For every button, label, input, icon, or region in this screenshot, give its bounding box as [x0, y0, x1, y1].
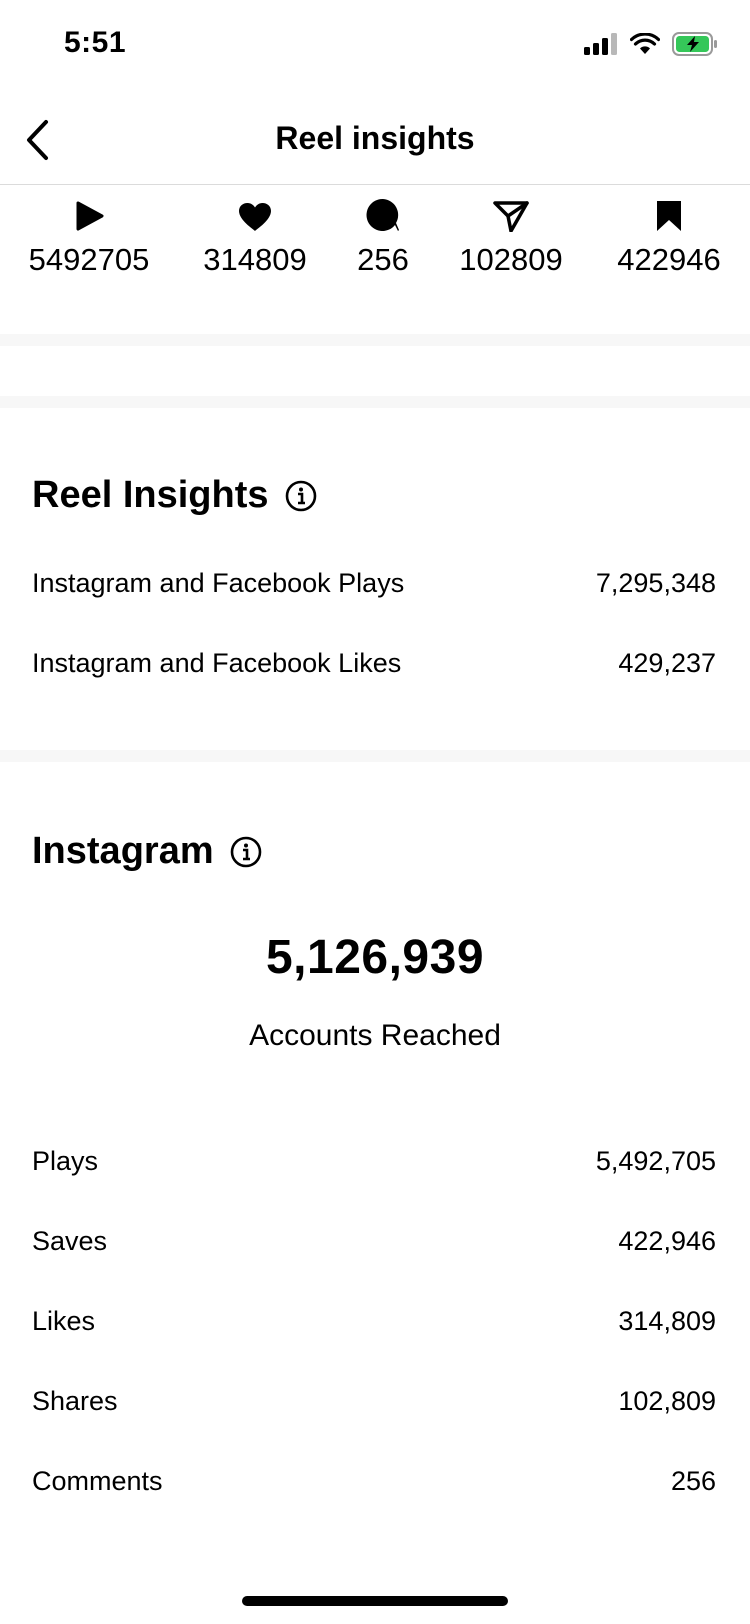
- page-title: Reel insights: [275, 120, 475, 156]
- signal-icon: [584, 33, 617, 55]
- status-icons: [584, 32, 718, 56]
- row-label: Shares: [32, 1386, 118, 1416]
- accounts-reached-label: Accounts Reached: [249, 1019, 501, 1052]
- send-icon: [493, 201, 529, 232]
- heart-icon: [239, 203, 271, 231]
- comment-icon: [366, 198, 399, 231]
- status-bar: 5:51: [0, 0, 750, 90]
- wifi-icon: [630, 33, 660, 54]
- row-value: 5,492,705: [595, 1146, 716, 1176]
- summary-stats: 5492705 314809 256 102809 422946: [0, 190, 750, 330]
- instagram-title: Instagram: [32, 830, 214, 872]
- row-label: Likes: [32, 1306, 96, 1336]
- info-icon[interactable]: [285, 480, 317, 512]
- row-label: Instagram and Facebook Plays: [32, 568, 405, 598]
- row-label: Instagram and Facebook Likes: [32, 648, 402, 678]
- status-time: 5:51: [64, 26, 127, 59]
- row-value: 422,946: [618, 1226, 716, 1256]
- instagram-section-title: Instagram: [32, 830, 262, 873]
- nav-header: Reel insights: [0, 96, 750, 185]
- instagram-row: Shares 102,809: [32, 1386, 716, 1417]
- reel-insights-title: Reel Insights: [32, 474, 269, 516]
- play-icon: [76, 201, 104, 231]
- reel-insights-row: Instagram and Facebook Plays 7,295,348: [32, 568, 716, 599]
- row-value: 102,809: [618, 1386, 716, 1416]
- stat-saves-value: 422946: [617, 242, 721, 277]
- info-icon[interactable]: [230, 836, 262, 868]
- section-divider: [0, 396, 750, 408]
- row-label: Saves: [32, 1226, 108, 1256]
- stat-shares: 102809: [431, 190, 591, 278]
- row-value: 314,809: [618, 1306, 716, 1336]
- stat-saves: 422946: [589, 190, 749, 278]
- instagram-row: Likes 314,809: [32, 1306, 716, 1337]
- stat-plays-value: 5492705: [28, 242, 150, 277]
- reel-insights-section-title: Reel Insights: [32, 474, 317, 517]
- section-divider: [0, 750, 750, 762]
- row-value: 256: [670, 1466, 716, 1496]
- stat-shares-value: 102809: [459, 242, 563, 277]
- row-label: Comments: [32, 1466, 163, 1496]
- row-value: 7,295,348: [595, 568, 716, 598]
- accounts-reached-value: 5,126,939: [265, 931, 485, 984]
- stat-plays: 5492705: [9, 190, 169, 278]
- row-value: 429,237: [618, 648, 716, 678]
- home-indicator[interactable]: [242, 1596, 508, 1606]
- instagram-row: Saves 422,946: [32, 1226, 716, 1257]
- section-divider: [0, 334, 750, 346]
- instagram-row: Comments 256: [32, 1466, 716, 1497]
- instagram-row: Plays 5,492,705: [32, 1146, 716, 1177]
- row-label: Plays: [32, 1146, 99, 1176]
- bookmark-icon: [657, 201, 681, 231]
- battery-icon: [672, 32, 717, 56]
- reel-insights-row: Instagram and Facebook Likes 429,237: [32, 648, 716, 679]
